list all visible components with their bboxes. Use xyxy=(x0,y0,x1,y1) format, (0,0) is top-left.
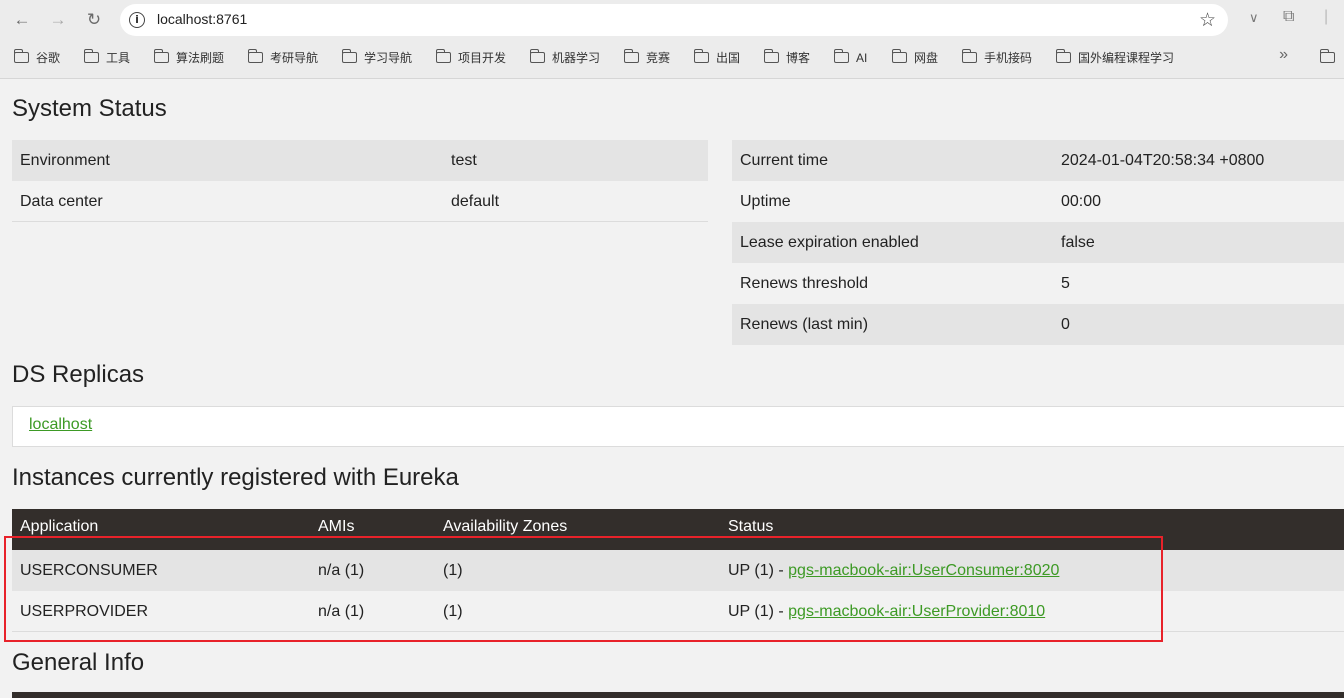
bookmark-folder[interactable]: 手机接码 xyxy=(961,48,1033,68)
status-value: 5 xyxy=(1061,275,1070,292)
bookmark-label: 机器学习 xyxy=(552,51,601,65)
folder-icon xyxy=(1319,49,1335,63)
bookmark-folder[interactable]: 谷歌 xyxy=(13,48,61,68)
bookmark-folder[interactable]: 考研导航 xyxy=(247,48,319,68)
status-row-renews-last-min: Renews (last min) 0 xyxy=(732,304,1344,345)
status-label: Environment xyxy=(20,152,110,169)
general-info-title: General Info xyxy=(12,649,145,676)
bookmarks-bar: 谷歌 工具 算法刷题 考研导航 学习导航 项目开发 机器学习 竞赛 出国 博客 AI 网盘 手机接码 国外… xyxy=(0,44,1344,70)
status-label: Uptime xyxy=(740,193,791,210)
folder-icon xyxy=(891,49,907,63)
status-row-environment: Environment test xyxy=(12,140,708,181)
status-label: Lease expiration enabled xyxy=(740,234,919,251)
status-value: 00:00 xyxy=(1061,193,1102,210)
ds-replicas-list: localhost xyxy=(12,406,1344,447)
bookmark-folder[interactable]: AI xyxy=(833,48,868,68)
status-label: Current time xyxy=(740,152,829,169)
bookmark-label: 博客 xyxy=(786,51,811,65)
status-value: 0 xyxy=(1061,316,1070,333)
bookmark-label: 国外编程课程学习 xyxy=(1078,51,1175,65)
status-label: Data center xyxy=(20,193,103,210)
folder-icon xyxy=(83,49,99,63)
reload-icon[interactable]: ↻ xyxy=(83,9,105,31)
url-text[interactable]: localhost:8761 xyxy=(157,11,247,27)
forward-arrow-icon[interactable]: → xyxy=(47,9,69,31)
extensions-icon[interactable]: ⧉ xyxy=(1283,8,1294,26)
folder-icon xyxy=(1055,49,1071,63)
bookmark-folder-other[interactable] xyxy=(1319,48,1342,68)
browser-toolbar: ← → ↻ i localhost:8761 ☆ ∨ ⧉ | xyxy=(0,0,1344,40)
bookmark-label: 网盘 xyxy=(914,51,939,65)
folder-icon xyxy=(341,49,357,63)
bookmark-folder[interactable]: 工具 xyxy=(83,48,131,68)
status-row-data-center: Data center default xyxy=(12,181,708,222)
status-value: test xyxy=(451,152,477,169)
folder-icon xyxy=(961,49,977,63)
status-row-current-time: Current time 2024-01-04T20:58:34 +0800 xyxy=(732,140,1344,181)
system-status-title: System Status xyxy=(12,95,167,122)
folder-icon xyxy=(247,49,263,63)
folder-icon xyxy=(833,49,849,63)
bookmark-folder[interactable]: 出国 xyxy=(693,48,741,68)
bookmark-label: 算法刷题 xyxy=(176,51,225,65)
bookmark-label: 考研导航 xyxy=(270,51,319,65)
site-info-icon[interactable]: i xyxy=(129,12,145,28)
column-header-application: Application xyxy=(20,518,99,535)
folder-icon xyxy=(623,49,639,63)
bookmark-folder[interactable]: 算法刷题 xyxy=(153,48,225,68)
status-row-lease-expiration: Lease expiration enabled false xyxy=(732,222,1344,263)
back-arrow-icon[interactable]: ← xyxy=(11,9,33,31)
bookmark-folder[interactable]: 竞赛 xyxy=(623,48,671,68)
bookmark-folder[interactable]: 学习导航 xyxy=(341,48,413,68)
bookmark-folder[interactable]: 国外编程课程学习 xyxy=(1055,48,1175,68)
column-header-availability-zones: Availability Zones xyxy=(443,518,568,535)
bookmark-label: 项目开发 xyxy=(458,51,507,65)
bookmark-folder[interactable]: 博客 xyxy=(763,48,811,68)
bookmark-label: AI xyxy=(856,51,868,65)
instances-title: Instances currently registered with Eure… xyxy=(12,464,459,491)
status-row-uptime: Uptime 00:00 xyxy=(732,181,1344,222)
status-row-renews-threshold: Renews threshold 5 xyxy=(732,263,1344,304)
address-bar[interactable]: i localhost:8761 ☆ xyxy=(120,4,1228,36)
status-value: false xyxy=(1061,234,1095,251)
status-value: default xyxy=(451,193,500,210)
folder-icon xyxy=(763,49,779,63)
bookmark-folder[interactable]: 网盘 xyxy=(891,48,939,68)
general-info-table-header xyxy=(12,692,1344,698)
bookmark-label: 竞赛 xyxy=(646,51,671,65)
bookmark-label: 学习导航 xyxy=(364,51,413,65)
status-label: Renews (last min) xyxy=(740,316,869,333)
status-value: 2024-01-04T20:58:34 +0800 xyxy=(1061,152,1265,169)
bookmark-label: 手机接码 xyxy=(984,51,1033,65)
bookmark-label: 谷歌 xyxy=(36,51,61,65)
status-label: Renews threshold xyxy=(740,275,869,292)
browser-chrome: ← → ↻ i localhost:8761 ☆ ∨ ⧉ | 谷歌 工具 算法刷题 考… xyxy=(0,0,1344,79)
bookmark-folder[interactable]: 机器学习 xyxy=(529,48,601,68)
bookmarks-overflow-icon[interactable]: » xyxy=(1279,46,1288,64)
chevron-down-icon[interactable]: ∨ xyxy=(1249,10,1259,26)
bookmark-folder[interactable]: 项目开发 xyxy=(435,48,507,68)
column-header-status: Status xyxy=(728,518,774,535)
replica-link-localhost[interactable]: localhost xyxy=(29,416,92,434)
bookmark-label: 出国 xyxy=(716,51,741,65)
toolbar-divider: | xyxy=(1324,8,1329,25)
ds-replicas-title: DS Replicas xyxy=(12,361,145,388)
folder-icon xyxy=(529,49,545,63)
column-header-amis: AMIs xyxy=(318,518,355,535)
bookmark-label: 工具 xyxy=(106,51,131,65)
annotation-highlight-box xyxy=(4,536,1163,642)
bookmark-star-icon[interactable]: ☆ xyxy=(1199,9,1216,32)
folder-icon xyxy=(153,49,169,63)
folder-icon xyxy=(13,49,29,63)
folder-icon xyxy=(435,49,451,63)
folder-icon xyxy=(693,49,709,63)
